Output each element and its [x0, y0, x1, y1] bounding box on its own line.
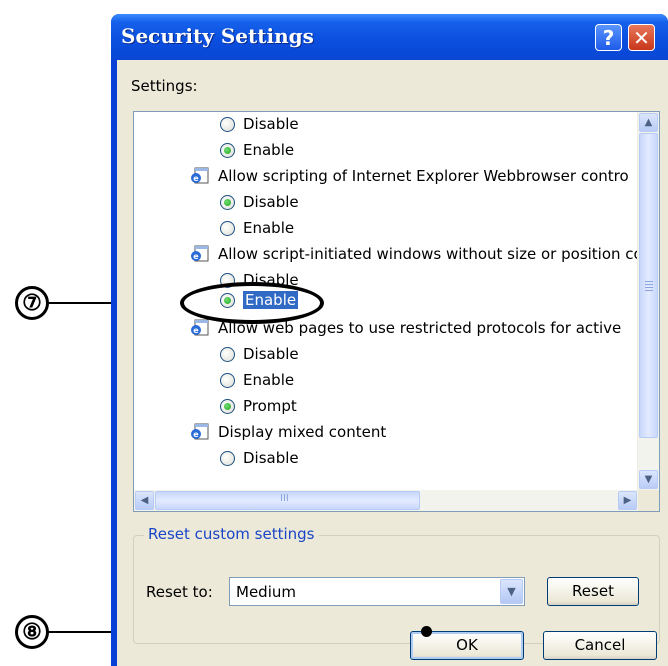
- list-item[interactable]: Disable: [220, 342, 299, 366]
- list-header: e Allow script-initiated windows without…: [190, 242, 643, 266]
- reset-level-dropdown[interactable]: Medium ▼: [229, 577, 525, 606]
- list-item-label: Enable: [243, 371, 295, 389]
- list-item[interactable]: Enable: [220, 138, 294, 162]
- svg-text:e: e: [193, 326, 199, 335]
- list-header-label: Display mixed content: [218, 423, 387, 441]
- list-item-label: Enable: [243, 141, 295, 159]
- vertical-scroll-thumb[interactable]: [639, 133, 658, 438]
- scroll-right-arrow-icon[interactable]: ▶: [618, 491, 637, 510]
- radio-checked-icon[interactable]: [220, 398, 235, 414]
- title-bar: Security Settings ? ✕: [111, 14, 668, 60]
- cancel-button[interactable]: Cancel: [543, 631, 657, 660]
- thumb-grip-line: [645, 281, 653, 282]
- dialog-title: Security Settings: [121, 24, 314, 48]
- vertical-scrollbar[interactable]: ▲ ▼: [637, 112, 659, 492]
- list-item-label: Disable: [243, 115, 299, 133]
- security-settings-dialog: Security Settings ? ✕ Settings: Disable …: [111, 14, 668, 666]
- thumb-grip-line: [645, 287, 653, 288]
- radio-checked-icon[interactable]: [220, 142, 235, 158]
- highlight-oval: [180, 282, 324, 324]
- list-header-label: Allow script-initiated windows without s…: [218, 245, 643, 263]
- thumb-grip-line: [645, 290, 653, 291]
- list-item[interactable]: Enable: [220, 216, 294, 240]
- dropdown-value: Medium: [236, 583, 296, 601]
- radio-unchecked-icon[interactable]: [220, 220, 235, 236]
- list-item-label: Enable: [243, 219, 295, 237]
- horizontal-scroll-thumb[interactable]: III: [155, 491, 420, 510]
- list-header: e Allow scripting of Internet Explorer W…: [190, 164, 629, 188]
- list-item[interactable]: Disable: [220, 446, 299, 470]
- reset-custom-settings-group: Reset custom settings Reset to: Medium ▼…: [133, 525, 660, 644]
- scroll-down-arrow-icon[interactable]: ▼: [639, 470, 658, 489]
- radio-unchecked-icon[interactable]: [220, 372, 235, 388]
- callout-8-dot: [421, 626, 432, 637]
- list-header-label: Allow scripting of Internet Explorer Web…: [218, 167, 629, 185]
- callout-7-marker: ⑦: [15, 286, 49, 320]
- list-item[interactable]: Enable: [220, 368, 294, 392]
- radio-unchecked-icon[interactable]: [220, 450, 235, 466]
- list-item-label: Disable: [243, 345, 299, 363]
- help-question-icon[interactable]: ?: [595, 24, 622, 51]
- ie-page-icon: e: [191, 245, 209, 262]
- list-item[interactable]: Prompt: [220, 394, 297, 418]
- list-item[interactable]: Disable: [220, 190, 299, 214]
- settings-label: Settings:: [131, 77, 198, 95]
- scroll-left-arrow-icon[interactable]: ◀: [135, 491, 154, 510]
- scrollbar-corner: [638, 490, 659, 511]
- list-item-label: Disable: [243, 449, 299, 467]
- ie-page-icon: e: [191, 423, 209, 440]
- list-header: e Display mixed content: [190, 420, 386, 444]
- ie-page-icon: e: [191, 319, 209, 336]
- callout-8-marker: ⑧: [15, 615, 49, 649]
- radio-checked-icon[interactable]: [220, 194, 235, 210]
- chevron-down-icon[interactable]: ▼: [500, 579, 523, 604]
- list-item-label: Prompt: [243, 397, 297, 415]
- list-item-label: Disable: [243, 193, 299, 211]
- scroll-up-arrow-icon[interactable]: ▲: [639, 113, 658, 132]
- svg-text:e: e: [193, 430, 199, 439]
- radio-unchecked-icon[interactable]: [220, 116, 235, 132]
- reset-to-label: Reset to:: [146, 583, 213, 601]
- reset-button[interactable]: Reset: [547, 577, 639, 606]
- thumb-grip: III: [280, 493, 289, 504]
- close-x-icon[interactable]: ✕: [628, 24, 655, 51]
- horizontal-scrollbar[interactable]: ◀ III ▶: [134, 490, 639, 511]
- svg-text:e: e: [193, 174, 199, 183]
- group-legend: Reset custom settings: [144, 525, 319, 543]
- svg-text:e: e: [193, 252, 199, 261]
- ie-page-icon: e: [191, 167, 209, 184]
- dialog-body: Settings: Disable Enable e Allow scripti…: [117, 60, 668, 666]
- list-item[interactable]: Disable: [220, 112, 299, 136]
- radio-unchecked-icon[interactable]: [220, 346, 235, 362]
- thumb-grip-line: [645, 284, 653, 285]
